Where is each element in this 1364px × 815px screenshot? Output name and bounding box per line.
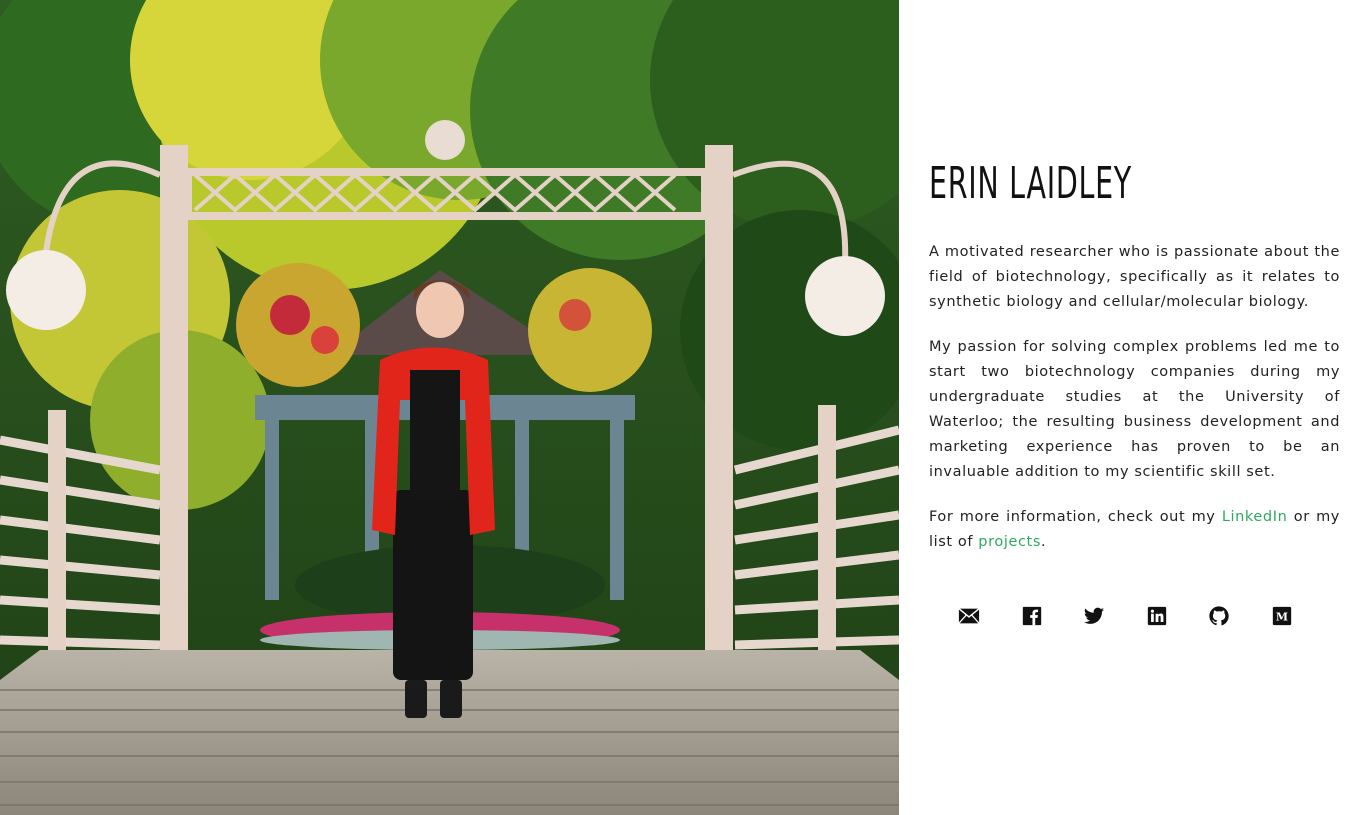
projects-link[interactable]: projects	[978, 534, 1041, 550]
bio-paragraph-3: For more information, check out my Linke…	[929, 505, 1340, 555]
email-icon[interactable]	[957, 604, 981, 628]
social-links: M	[957, 604, 1332, 628]
profile-content: ERIN LAIDLEY A motivated researcher who …	[929, 0, 1340, 815]
twitter-icon[interactable]	[1082, 604, 1106, 628]
facebook-icon[interactable]	[1020, 604, 1044, 628]
profile-name: ERIN LAIDLEY	[929, 158, 1132, 209]
linkedin-icon[interactable]	[1145, 604, 1169, 628]
profile-photo	[0, 0, 899, 815]
github-icon[interactable]	[1207, 604, 1231, 628]
svg-text:M: M	[1275, 610, 1287, 623]
bio-paragraph-1: A motivated researcher who is passionate…	[929, 244, 1340, 310]
bio-paragraph-2: My passion for solving complex problems …	[929, 339, 1340, 480]
bio-text: For more information, check out my	[929, 509, 1222, 525]
linkedin-link[interactable]: LinkedIn	[1222, 509, 1288, 525]
bio-text: .	[1040, 534, 1047, 550]
medium-icon[interactable]: M	[1270, 604, 1294, 628]
